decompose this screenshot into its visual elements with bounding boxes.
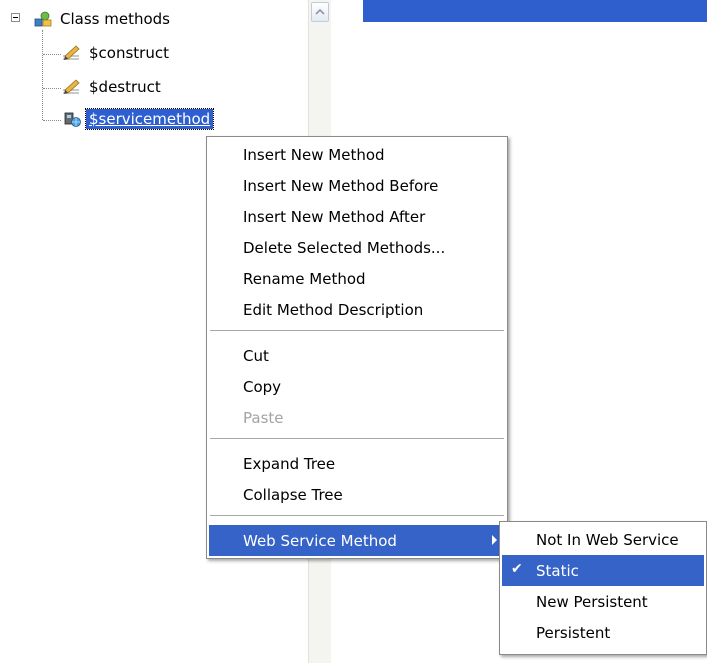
menu-item-label: Rename Method <box>243 269 366 288</box>
tree-connector <box>43 88 61 89</box>
method-pencil-icon <box>62 44 82 62</box>
tree-connector <box>43 120 61 121</box>
tree-node-label: $construct <box>89 44 169 62</box>
submenu-item-new-persistent[interactable]: New Persistent <box>502 586 704 617</box>
menu-item-insert-new-method[interactable]: Insert New Method <box>209 139 505 170</box>
menu-item-label: Paste <box>243 408 284 427</box>
menu-item-insert-new-method-after[interactable]: Insert New Method After <box>209 201 505 232</box>
menu-item-label: Insert New Method Before <box>243 176 439 195</box>
menu-item-edit-method-description[interactable]: Edit Method Description <box>209 294 505 325</box>
menu-item-label: Cut <box>243 346 269 365</box>
context-menu: Insert New Method Insert New Method Befo… <box>206 136 508 559</box>
class-methods-icon <box>33 10 53 28</box>
submenu-item-not-in-web-service[interactable]: Not In Web Service <box>502 524 704 555</box>
collapse-toggle[interactable] <box>11 13 20 22</box>
tree-node-destruct[interactable]: $destruct <box>62 76 164 98</box>
menu-separator <box>210 438 504 440</box>
menu-item-rename-method[interactable]: Rename Method <box>209 263 505 294</box>
submenu-item-static[interactable]: ✔ Static <box>502 555 704 586</box>
menu-item-delete-selected-methods[interactable]: Delete Selected Methods... <box>209 232 505 263</box>
tree-node-servicemethod[interactable]: $servicemethod <box>62 108 215 130</box>
tree-connector <box>42 30 43 120</box>
selected-header-bar <box>363 0 707 22</box>
screen: Class methods $construct $destruct $serv… <box>0 0 707 663</box>
menu-item-label: Insert New Method <box>243 145 385 164</box>
submenu-arrow-icon <box>492 535 497 545</box>
menu-item-label: Collapse Tree <box>243 485 343 504</box>
menu-item-label: Edit Method Description <box>243 300 424 319</box>
menu-item-label: New Persistent <box>536 592 648 611</box>
chevron-up-icon <box>315 8 325 15</box>
menu-separator <box>210 330 504 332</box>
scroll-up-button[interactable] <box>311 2 329 22</box>
menu-item-label: Web Service Method <box>243 531 397 550</box>
menu-item-label: Copy <box>243 377 282 396</box>
menu-item-paste: Paste <box>209 402 505 433</box>
menu-item-label: Not In Web Service <box>536 530 679 549</box>
check-mark-icon: ✔ <box>511 561 523 577</box>
menu-item-copy[interactable]: Copy <box>209 371 505 402</box>
method-pencil-icon <box>62 78 82 96</box>
menu-item-insert-new-method-before[interactable]: Insert New Method Before <box>209 170 505 201</box>
tree-connector <box>43 54 61 55</box>
tree-node-class-methods[interactable]: Class methods <box>33 8 173 30</box>
menu-separator <box>210 515 504 517</box>
tree-node-label: $destruct <box>89 78 161 96</box>
menu-item-label: Insert New Method After <box>243 207 426 226</box>
menu-item-collapse-tree[interactable]: Collapse Tree <box>209 479 505 510</box>
menu-item-label: Expand Tree <box>243 454 336 473</box>
menu-item-label: Delete Selected Methods... <box>243 238 446 257</box>
tree-node-construct[interactable]: $construct <box>62 42 172 64</box>
tree-node-label: $servicemethod <box>84 108 215 130</box>
web-service-submenu: Not In Web Service ✔ Static New Persiste… <box>499 521 707 655</box>
menu-item-expand-tree[interactable]: Expand Tree <box>209 448 505 479</box>
menu-item-label: Persistent <box>536 623 611 642</box>
submenu-item-persistent[interactable]: Persistent <box>502 617 704 648</box>
menu-item-web-service-method[interactable]: Web Service Method <box>209 525 505 556</box>
menu-item-label: Static <box>536 561 579 580</box>
tree-node-label: Class methods <box>60 10 170 28</box>
menu-item-cut[interactable]: Cut <box>209 340 505 371</box>
web-service-method-icon <box>62 110 82 128</box>
